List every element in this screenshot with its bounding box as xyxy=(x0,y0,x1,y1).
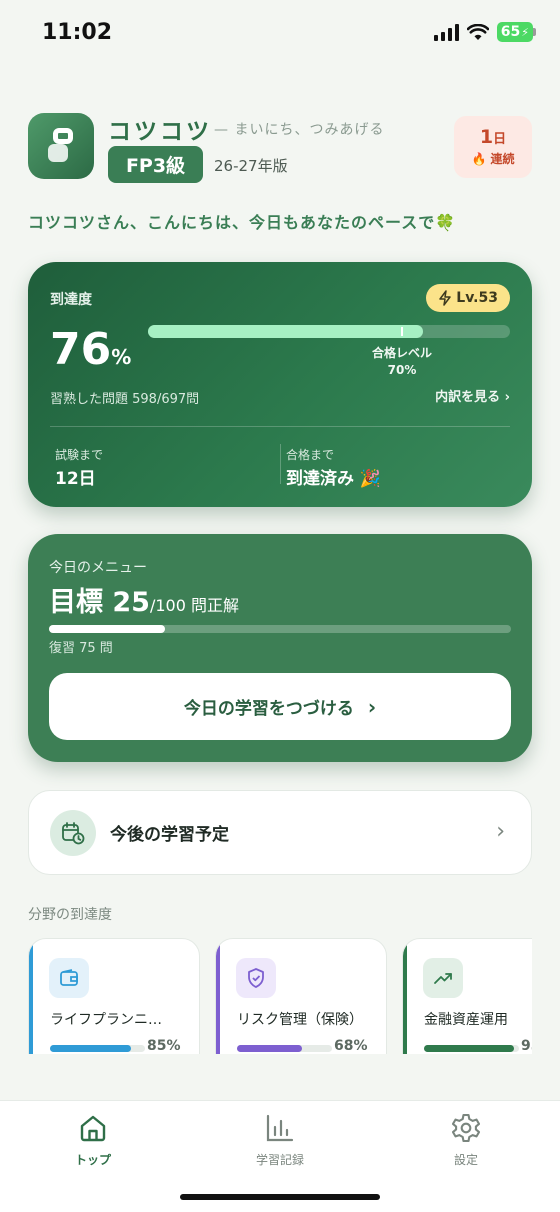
chevron-right-icon: › xyxy=(367,694,377,719)
progress-bar-fill xyxy=(148,325,424,338)
category-progress-bar xyxy=(237,1045,332,1052)
signal-icon xyxy=(433,23,459,41)
edition-label: 26-27年版 xyxy=(214,157,288,175)
wallet-icon xyxy=(49,958,89,998)
battery-icon: 65 ⚡ xyxy=(496,22,536,42)
daily-goal: 目標 25/100 問正解 xyxy=(49,587,240,618)
schedule-label: 今後の学習予定 xyxy=(110,825,229,845)
progress-title: 到達度 xyxy=(50,292,92,308)
goal-progress-fill xyxy=(49,625,165,633)
calendar-clock-icon xyxy=(50,809,96,856)
category-progress-fill xyxy=(424,1045,515,1052)
app-logo xyxy=(28,113,94,179)
trending-up-icon xyxy=(423,958,463,998)
category-stripe xyxy=(29,939,33,1054)
progress-bar xyxy=(148,325,510,338)
progress-percent: 76% xyxy=(50,324,132,375)
tab-label: トップ xyxy=(74,1153,111,1167)
mastered-count: 習熟した問題 598/697問 xyxy=(50,392,200,407)
tab-top[interactable]: トップ xyxy=(33,1111,153,1168)
category-card-life-planning[interactable]: ライフプランニ… 85% xyxy=(28,938,200,1054)
streak-label: 🔥 連続 xyxy=(471,152,515,166)
status-time: 11:02 xyxy=(42,20,113,45)
category-percent: 68% xyxy=(334,1038,368,1054)
category-progress-bar xyxy=(50,1045,145,1052)
category-name: リスク管理（保険） xyxy=(237,1012,363,1028)
category-card-risk-management[interactable]: リスク管理（保険） 68% xyxy=(215,938,387,1054)
continue-study-label: 今日の学習をつづける xyxy=(183,699,354,719)
details-link[interactable]: 内訳を見る › xyxy=(435,386,510,405)
pass-until-label: 合格まで xyxy=(286,448,335,462)
divider xyxy=(50,426,510,427)
grade-badge[interactable]: FP3級 xyxy=(108,146,203,183)
status-icons: 65 ⚡ xyxy=(433,22,536,42)
tab-label: 学習記録 xyxy=(255,1153,304,1167)
category-progress-fill xyxy=(50,1045,131,1052)
study-schedule-row[interactable]: 今後の学習予定 › xyxy=(28,790,532,875)
category-name: 金融資産運用 xyxy=(424,1012,508,1028)
exam-countdown-label: 試験まで xyxy=(55,448,104,462)
home-indicator xyxy=(180,1194,380,1200)
category-percent: 95 xyxy=(521,1038,532,1054)
pass-level-marker xyxy=(401,327,404,336)
lightning-icon xyxy=(439,290,452,306)
category-section-title: 分野の到達度 xyxy=(28,907,112,923)
category-stripe xyxy=(216,939,220,1054)
progress-card: 到達度 Lv.53 76% 合格レベル 70% 習熟した問題 598/697問 … xyxy=(28,262,532,507)
home-icon xyxy=(33,1111,153,1145)
today-menu-card: 今日のメニュー 目標 25/100 問正解 復習 75 問 今日の学習をつづける… xyxy=(28,534,532,762)
category-name: ライフプランニ… xyxy=(50,1012,162,1028)
gear-icon xyxy=(406,1111,526,1145)
battery-level: 65 xyxy=(500,24,521,40)
category-card-financial-assets[interactable]: 金融資産運用 95 xyxy=(402,938,532,1054)
category-percent: 85% xyxy=(147,1038,181,1054)
streak-badge[interactable]: 1日 🔥 連続 xyxy=(454,116,532,178)
app-tagline: — まいにち、つみあげる xyxy=(214,122,385,138)
chevron-right-icon: › xyxy=(496,819,505,844)
streak-count: 1日 xyxy=(479,126,507,148)
level-value: Lv.53 xyxy=(456,290,498,306)
shield-check-icon xyxy=(236,958,276,998)
category-carousel[interactable]: ライフプランニ… 85% リスク管理（保険） 68% 金融資産運用 95 xyxy=(28,938,532,1054)
bar-chart-icon xyxy=(220,1111,340,1145)
category-progress-bar xyxy=(424,1045,519,1052)
exam-countdown-value: 12日 xyxy=(55,469,96,489)
greeting-text: コツコツさん、こんにちは、今日もあなたのペースで🍀 xyxy=(28,213,457,232)
wifi-icon xyxy=(466,23,489,40)
divider xyxy=(280,444,281,484)
category-stripe xyxy=(403,939,407,1054)
goal-progress-bar xyxy=(49,625,511,633)
tab-study-record[interactable]: 学習記録 xyxy=(220,1111,340,1168)
tab-label: 設定 xyxy=(453,1153,478,1167)
level-badge: Lv.53 xyxy=(426,284,510,312)
tab-settings[interactable]: 設定 xyxy=(406,1111,526,1168)
review-count: 復習 75 問 xyxy=(49,641,113,656)
pass-level-label: 合格レベル 70% xyxy=(371,346,432,377)
status-bar: 11:02 65 ⚡ xyxy=(0,0,560,66)
app-name: コツコツ xyxy=(108,119,212,145)
continue-study-button[interactable]: 今日の学習をつづける › xyxy=(49,673,511,740)
category-progress-fill xyxy=(237,1045,302,1052)
menu-title: 今日のメニュー xyxy=(49,560,147,576)
pass-until-value: 到達済み 🎉 xyxy=(286,469,382,489)
